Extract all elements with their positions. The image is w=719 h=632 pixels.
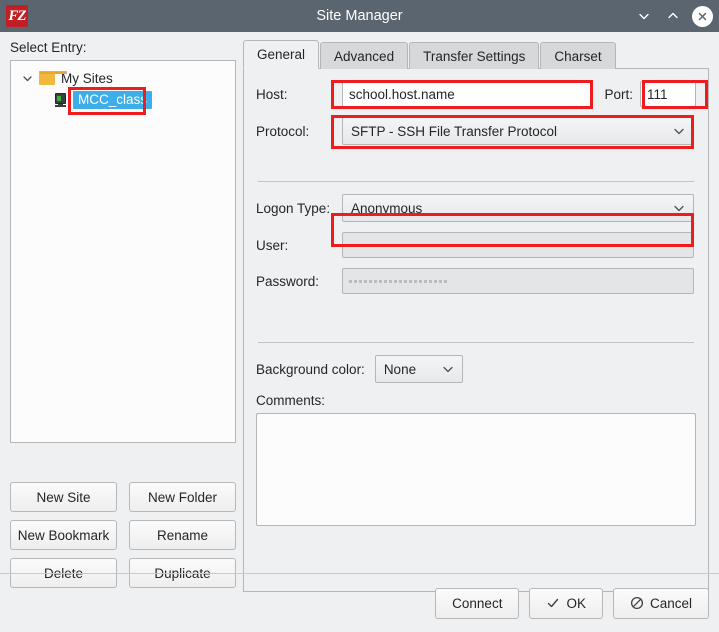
new-bookmark-button[interactable]: New Bookmark [10,520,117,550]
background-color-select[interactable]: None [374,355,463,383]
cancel-circle-slash-icon [630,596,644,610]
user-row: User: [256,232,696,258]
comments-textarea[interactable] [256,413,696,526]
close-icon[interactable] [692,5,713,27]
user-label: User: [256,237,289,253]
new-site-button[interactable]: New Site [10,482,117,512]
password-row: Password: [256,268,696,294]
protocol-row: Protocol: SFTP - SSH File Transfer Proto… [256,117,696,145]
chevron-down-icon[interactable] [634,6,654,26]
protocol-label: Protocol: [256,123,310,139]
dialog-footer: Connect OK Cancel [0,574,719,632]
server-icon [54,92,69,108]
tab-transfer-settings[interactable]: Transfer Settings [409,42,540,69]
background-color-row: Background color: None [256,355,696,383]
tab-advanced[interactable]: Advanced [320,42,409,69]
logon-type-label: Logon Type: [256,200,331,216]
check-icon [546,596,560,610]
chevron-down-icon [673,202,685,214]
site-manager-dialog: FZ Site Manager Select Entry: My Sites M… [0,0,719,632]
settings-section: General Advanced Transfer Settings Chars… [243,40,709,592]
logon-type-select[interactable]: Anonymous [342,194,694,222]
select-entry-section: Select Entry: My Sites MCC_class [10,40,236,443]
connect-button[interactable]: Connect [435,587,520,619]
chevron-down-icon [673,125,685,137]
new-folder-button[interactable]: New Folder [129,482,236,512]
user-input[interactable] [342,232,694,258]
logon-type-row: Logon Type: Anonymous [256,194,696,222]
divider-1 [258,181,694,182]
site-tree[interactable]: My Sites MCC_class [10,60,236,443]
host-label: Host: [256,86,288,102]
password-mask [349,269,687,293]
protocol-value: SFTP - SSH File Transfer Protocol [351,123,558,139]
filezilla-logo-icon: FZ [6,5,28,27]
background-color-value: None [383,361,417,377]
folder-icon [39,71,67,85]
general-tab-panel: Host: Port: Protocol: SFTP - SSH File Tr… [243,68,709,592]
cancel-label: Cancel [649,595,692,611]
rename-button[interactable]: Rename [129,520,236,550]
chevron-up-icon[interactable] [663,6,683,26]
host-row: Host: Port: [256,81,696,107]
protocol-select[interactable]: SFTP - SSH File Transfer Protocol [342,117,694,145]
comments-label: Comments: [256,393,326,408]
tab-bar: General Advanced Transfer Settings Chars… [243,40,709,69]
ok-button[interactable]: OK [529,587,603,619]
cancel-button[interactable]: Cancel [612,587,709,619]
logon-type-value: Anonymous [351,200,423,216]
tree-item-label: My Sites [61,70,113,86]
tab-general[interactable]: General [243,40,320,69]
port-label: Port: [604,86,633,102]
chevron-down-icon [442,363,454,375]
ok-label: OK [566,595,586,611]
chevron-down-icon[interactable] [19,70,35,86]
select-entry-label: Select Entry: [10,40,87,55]
window-controls [634,0,713,32]
title-bar: FZ Site Manager [0,0,719,32]
tree-item-my-sites[interactable]: My Sites [11,67,235,89]
tab-charset[interactable]: Charset [540,42,616,69]
window-title: Site Manager [316,8,403,24]
host-input[interactable] [342,81,593,107]
dialog-body: Select Entry: My Sites MCC_class New Sit… [0,32,719,632]
tree-item-mcc-class[interactable]: MCC_class [11,89,235,111]
divider-2 [258,342,694,343]
port-input[interactable] [640,81,696,107]
password-input[interactable] [342,268,694,294]
password-label: Password: [256,273,320,289]
background-color-label: Background color: [256,361,365,377]
tree-item-label: MCC_class [73,91,153,109]
